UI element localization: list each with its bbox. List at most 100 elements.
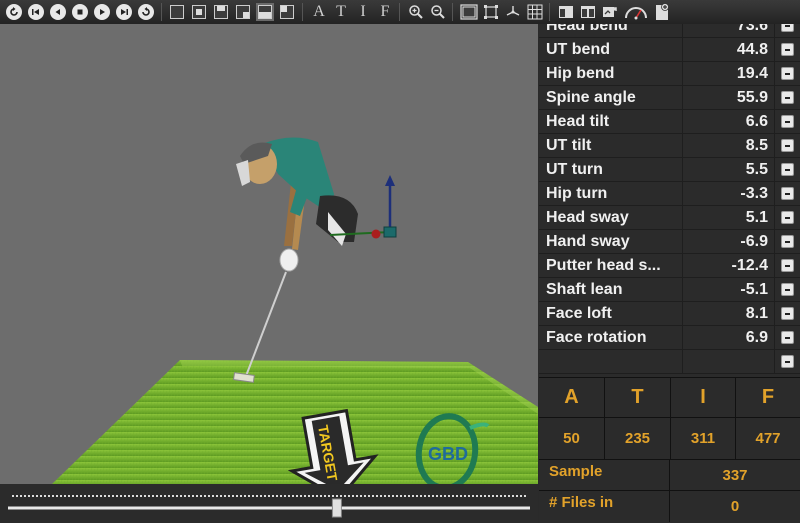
parameter-name: Head sway [539,206,683,229]
toolbar-divider [302,3,303,21]
minus-icon [781,211,794,224]
export-icon[interactable] [599,2,621,22]
frame-select-icon[interactable] [480,2,502,22]
parameter-name: Putter head s... [539,254,683,277]
files-in-label: # Files in [539,491,670,522]
step-back-icon[interactable] [48,3,67,22]
stat-value-a: 50 [539,418,605,460]
step-forward-icon[interactable] [114,3,133,22]
3d-viewport[interactable]: TARGET GBD [0,24,538,484]
remove-parameter-button[interactable] [775,355,800,368]
remove-parameter-button[interactable] [775,139,800,152]
parameter-name: Spine angle [539,86,683,109]
play-icon[interactable] [92,3,111,22]
parameter-name [539,350,683,373]
gauge-icon[interactable] [621,2,651,22]
layout-split-icon[interactable] [577,2,599,22]
add-page-icon[interactable] [651,2,673,22]
parameter-value: 8.5 [683,134,775,157]
remove-parameter-button[interactable] [775,235,800,248]
view-corner-icon[interactable] [277,3,296,22]
minus-icon [781,67,794,80]
remove-parameter-button[interactable] [775,91,800,104]
parameter-row: Face rotation 6.9 [539,326,800,350]
minus-icon [781,331,794,344]
letter-a-button[interactable]: A [308,3,330,21]
parameters-table: Head bend 73.6 UT bend 44.8 Hip bend 19.4 Spin… [539,24,800,377]
frame-icon[interactable] [458,2,480,22]
parameter-row: Head sway 5.1 [539,206,800,230]
axes-icon[interactable] [502,2,524,22]
parameter-value: 55.9 [683,86,775,109]
parameter-row: UT bend 44.8 [539,38,800,62]
view-split-icon[interactable] [255,3,274,22]
parameter-row: Hip bend 19.4 [539,62,800,86]
remove-parameter-button[interactable] [775,331,800,344]
parameter-value: 5.1 [683,206,775,229]
parameter-name: Hand sway [539,230,683,253]
parameter-value: 6.9 [683,326,775,349]
remove-parameter-button[interactable] [775,259,800,272]
minus-icon [781,139,794,152]
view-bottom-right-icon[interactable] [233,3,252,22]
toolbar: A T I F [0,0,800,24]
timeline [0,484,538,523]
remove-parameter-button[interactable] [775,115,800,128]
parameter-row: Putter head s... -12.4 [539,254,800,278]
minus-icon [781,355,794,368]
parameter-name: Hip turn [539,182,683,205]
parameter-name: Face rotation [539,326,683,349]
parameter-value: 44.8 [683,38,775,61]
parameter-name: Shaft lean [539,278,683,301]
skip-back-icon[interactable] [26,3,45,22]
grid-icon[interactable] [524,2,546,22]
timeline-slider-thumb[interactable] [331,498,342,518]
toolbar-divider [549,3,550,21]
stat-value-f: 477 [736,418,800,460]
parameter-name: Face loft [539,302,683,325]
letter-f-button[interactable]: F [374,3,396,21]
parameter-row [539,350,800,374]
stat-header-f: F [736,378,800,418]
letter-i-button[interactable]: I [352,3,374,21]
parameter-name: UT tilt [539,134,683,157]
stop-icon[interactable] [70,3,89,22]
stat-header-a: A [539,378,605,418]
remove-parameter-button[interactable] [775,307,800,320]
refresh-icon[interactable] [4,3,23,22]
view-top-icon[interactable] [211,3,230,22]
zoom-in-icon[interactable] [405,2,427,22]
loop-icon[interactable] [136,3,155,22]
remove-parameter-button[interactable] [775,283,800,296]
letter-t-button[interactable]: T [330,3,352,21]
toolbar-divider [399,3,400,21]
parameter-row: Hip turn -3.3 [539,182,800,206]
minus-icon [781,187,794,200]
parameter-value: -5.1 [683,278,775,301]
zoom-out-icon[interactable] [427,2,449,22]
parameter-value: 19.4 [683,62,775,85]
stat-header-t: T [605,378,671,418]
parameter-value: -3.3 [683,182,775,205]
app-window: A T I F TARGET GBD Head bend 73.6 UT ben… [0,0,800,523]
stat-value-i: 311 [671,418,736,460]
layout-icon[interactable] [555,2,577,22]
parameter-name: UT turn [539,158,683,181]
remove-parameter-button[interactable] [775,24,800,32]
parameter-value [683,350,775,373]
parameter-row: Hand sway -6.9 [539,230,800,254]
parameter-value: 8.1 [683,302,775,325]
remove-parameter-button[interactable] [775,67,800,80]
minus-icon [781,91,794,104]
gbd-logo-text: GBD [428,444,468,464]
parameter-name: UT bend [539,38,683,61]
minus-icon [781,24,794,32]
minus-icon [781,43,794,56]
remove-parameter-button[interactable] [775,43,800,56]
sample-label: Sample [539,460,670,490]
remove-parameter-button[interactable] [775,211,800,224]
view-full-icon[interactable] [167,3,186,22]
remove-parameter-button[interactable] [775,163,800,176]
remove-parameter-button[interactable] [775,187,800,200]
view-center-icon[interactable] [189,3,208,22]
